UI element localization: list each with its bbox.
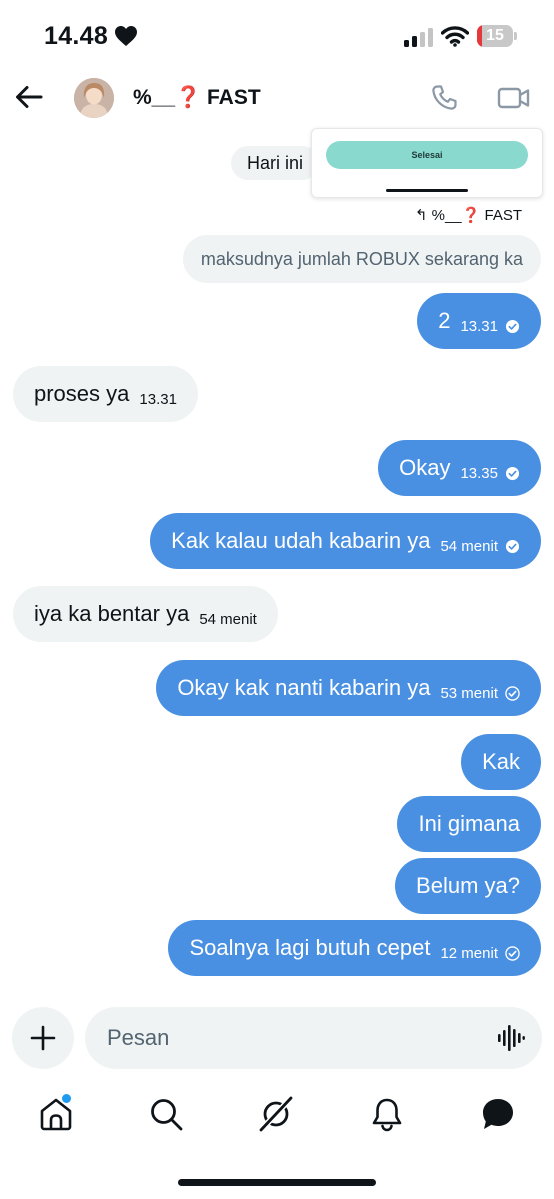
incoming-message[interactable]: iya ka bentar ya 54 menit <box>13 586 278 642</box>
read-receipt-icon <box>505 466 520 480</box>
overlay-popup: Selesai <box>311 128 543 198</box>
quoted-message[interactable]: maksudnya jumlah ROBUX sekarang ka <box>182 235 541 283</box>
popup-drag-handle[interactable] <box>386 189 468 192</box>
message-timestamp: 13.35 <box>460 464 498 482</box>
message-timestamp: 13.31 <box>460 317 498 335</box>
outgoing-message[interactable]: Kak kalau udah kabarin ya 54 menit <box>150 513 541 569</box>
battery-percentage: 15 <box>486 27 504 44</box>
conversation-header: %__❓ FAST <box>0 70 554 130</box>
outgoing-message[interactable]: 2 13.31 <box>417 293 541 349</box>
avatar-portrait-icon <box>74 78 114 118</box>
battery-indicator: 15 <box>477 25 517 47</box>
messages-icon[interactable] <box>480 1096 516 1132</box>
back-arrow-icon[interactable] <box>14 82 44 112</box>
voice-message-icon[interactable] <box>497 1024 525 1052</box>
grok-icon[interactable] <box>258 1096 294 1132</box>
message-text: Ini gimana <box>418 811 520 836</box>
message-timestamp: 54 menit <box>199 610 257 628</box>
status-time: 14.48 <box>44 22 109 50</box>
message-timestamp: 53 menit <box>440 684 498 702</box>
date-separator: Hari ini <box>231 146 320 180</box>
message-timestamp: 12 menit <box>440 944 498 962</box>
contact-name[interactable]: %__❓ FAST <box>133 86 261 110</box>
outgoing-message[interactable]: Belum ya? <box>395 858 541 914</box>
contact-avatar[interactable] <box>74 78 114 118</box>
sent-receipt-icon <box>505 945 520 961</box>
message-text: Okay kak nanti kabarin ya <box>177 675 431 700</box>
message-input[interactable] <box>107 1007 487 1069</box>
battery-cap <box>514 32 517 40</box>
message-timestamp: 13.31 <box>139 390 177 408</box>
notifications-icon[interactable] <box>369 1096 405 1132</box>
phone-call-icon[interactable] <box>430 83 460 113</box>
incoming-message[interactable]: proses ya 13.31 <box>13 366 198 422</box>
outgoing-message[interactable]: Kak <box>461 734 541 790</box>
outgoing-message[interactable]: Ini gimana <box>397 796 541 852</box>
bottom-navigation <box>0 1080 554 1160</box>
sent-receipt-icon <box>505 685 520 701</box>
heart-icon <box>115 26 137 46</box>
add-media-button[interactable] <box>12 1007 74 1069</box>
reply-to-name: %__❓ FAST <box>431 207 522 224</box>
message-timestamp: 54 menit <box>440 537 498 555</box>
reply-indicator: ↰ %__❓ FAST <box>415 206 522 224</box>
status-bar: 14.48 15 <box>0 0 554 70</box>
message-text: Soalnya lagi butuh cepet <box>189 935 431 960</box>
message-text: Okay <box>399 455 451 480</box>
reply-arrow-icon: ↰ <box>414 207 428 224</box>
message-text: Kak <box>482 749 520 774</box>
message-composer <box>85 1007 542 1069</box>
outgoing-message[interactable]: Okay kak nanti kabarin ya 53 menit <box>156 660 541 716</box>
done-button[interactable]: Selesai <box>326 141 528 169</box>
message-text: 2 <box>438 308 451 333</box>
outgoing-message[interactable]: Soalnya lagi butuh cepet 12 menit <box>168 920 541 976</box>
message-text: Belum ya? <box>416 873 520 898</box>
plus-icon <box>30 1025 56 1051</box>
read-receipt-icon <box>505 539 520 553</box>
wifi-icon <box>441 26 469 47</box>
message-text: Kak kalau udah kabarin ya <box>171 528 431 553</box>
dm-conversation-screen: 14.48 15 %__❓ FAST Hari ini Selesai ↰ %_… <box>0 0 554 1199</box>
message-text: iya ka bentar ya <box>34 601 190 626</box>
search-icon[interactable] <box>148 1096 184 1132</box>
video-call-icon[interactable] <box>497 84 531 112</box>
battery-icon: 15 <box>477 25 513 47</box>
read-receipt-icon <box>505 319 520 333</box>
home-indicator <box>178 1179 376 1186</box>
message-text: proses ya <box>34 381 130 406</box>
outgoing-message[interactable]: Okay 13.35 <box>378 440 541 496</box>
home-notification-badge <box>62 1094 71 1103</box>
cellular-signal-icon <box>404 28 433 47</box>
